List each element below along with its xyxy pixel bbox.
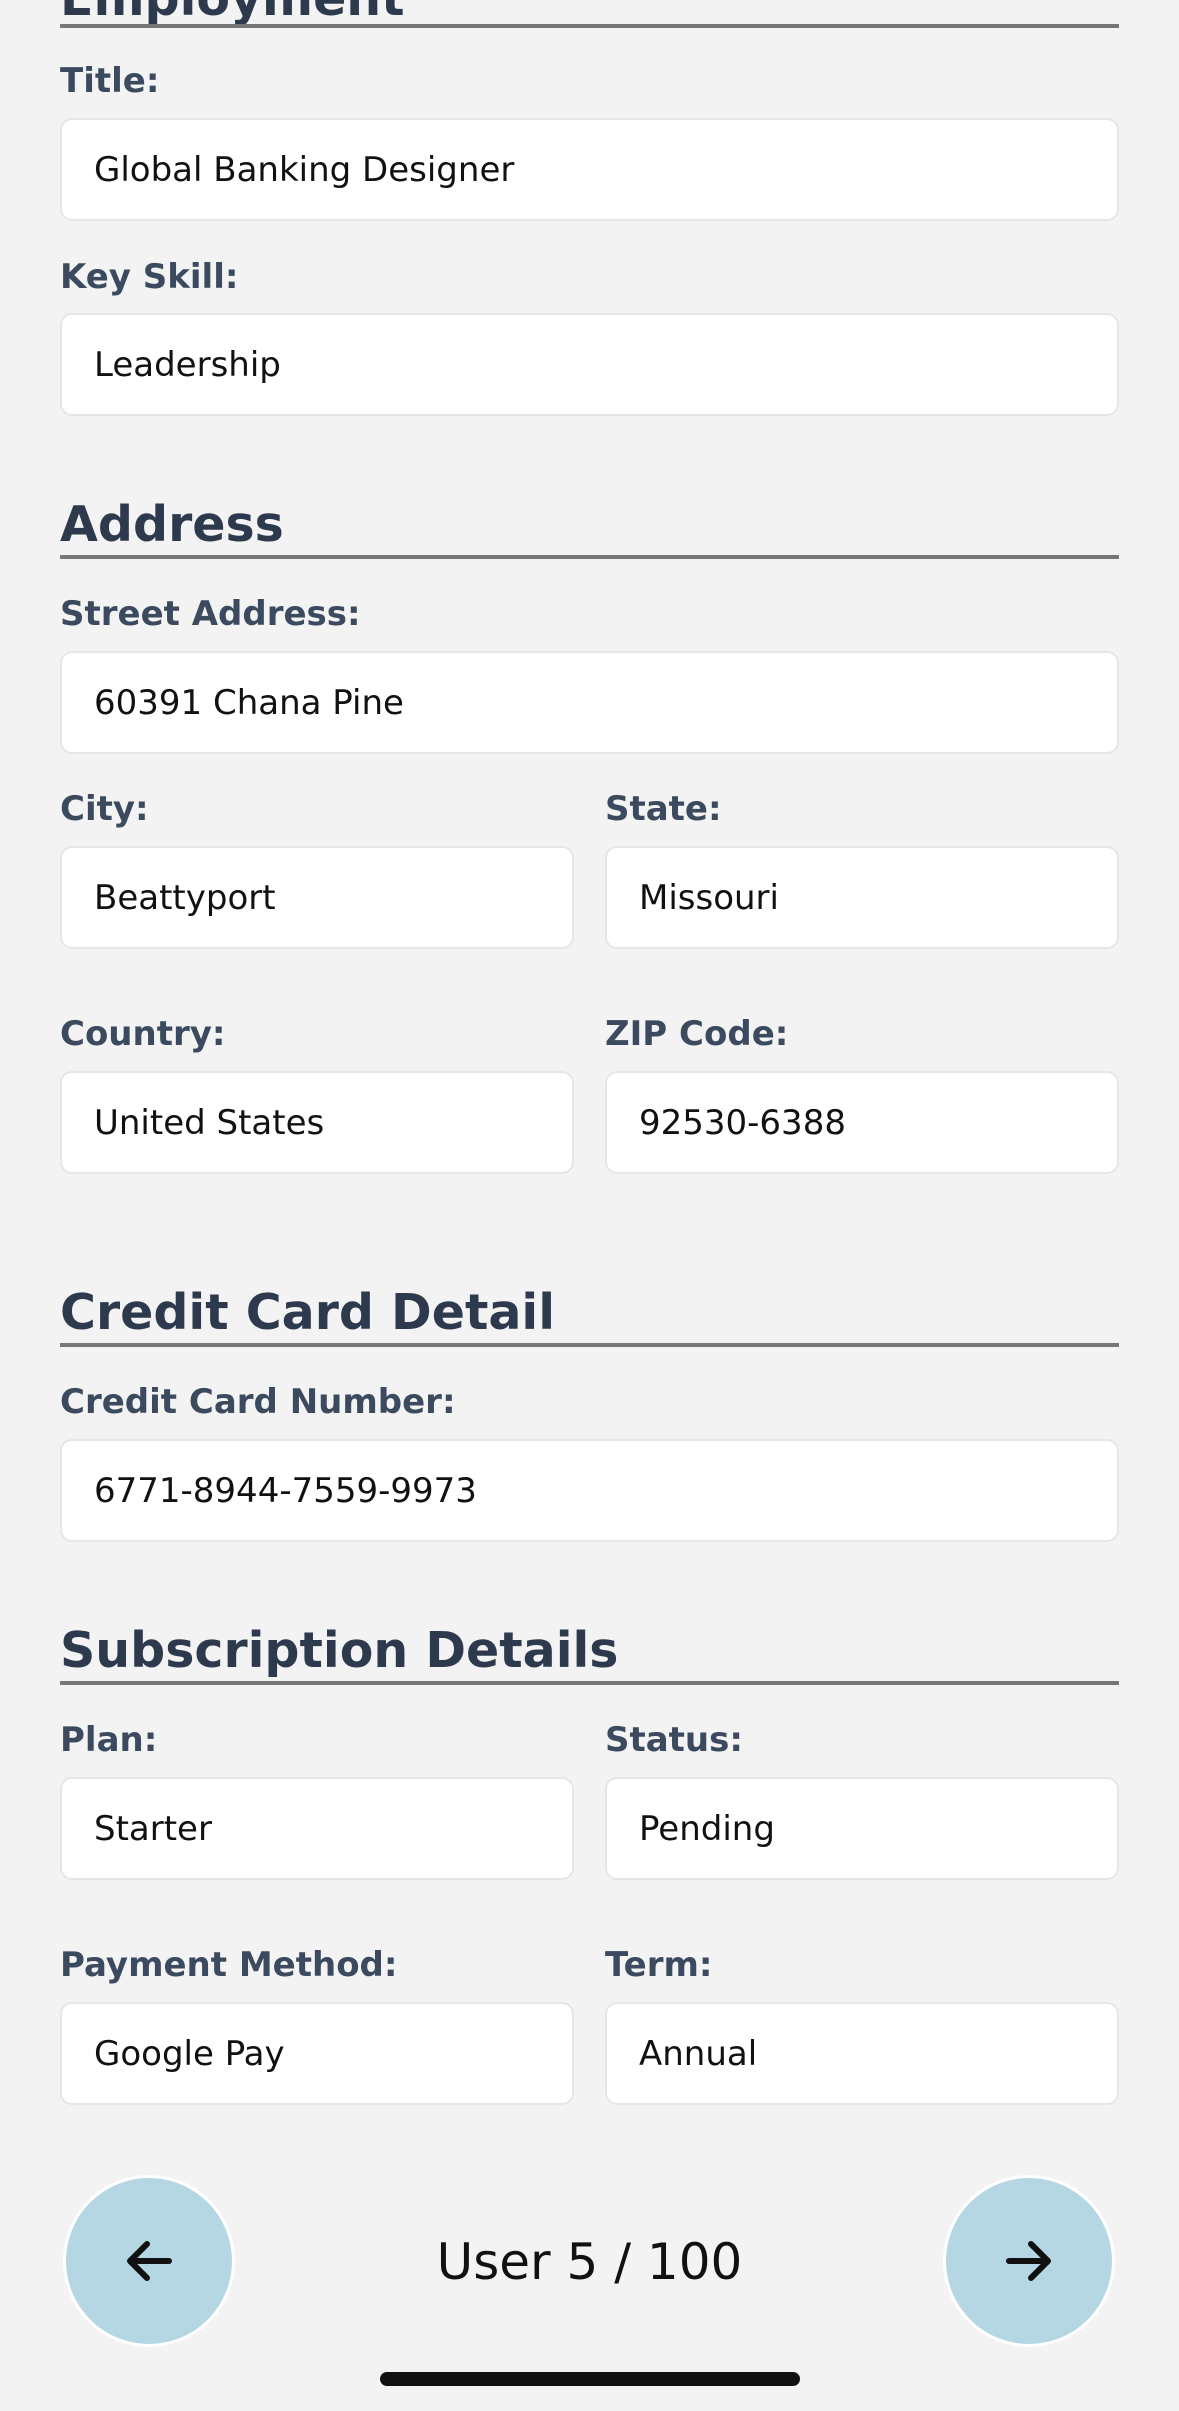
next-user-button[interactable] xyxy=(943,2175,1115,2347)
city-field[interactable]: Beattyport xyxy=(60,846,574,949)
label-credit-card-number: Credit Card Number: xyxy=(60,1382,456,1422)
label-street-address: Street Address: xyxy=(60,594,361,634)
section-divider xyxy=(60,1343,1119,1347)
credit-card-number-field[interactable]: 6771-8944-7559-9973 xyxy=(60,1439,1119,1542)
label-payment-method: Payment Method: xyxy=(60,1945,398,1985)
label-state: State: xyxy=(605,789,722,829)
payment-method-field[interactable]: Google Pay xyxy=(60,2002,574,2105)
zip-code-field[interactable]: 92530-6388 xyxy=(605,1071,1119,1174)
title-field[interactable]: Global Banking Designer xyxy=(60,118,1119,221)
label-country: Country: xyxy=(60,1014,226,1054)
section-divider xyxy=(60,555,1119,559)
state-field[interactable]: Missouri xyxy=(605,846,1119,949)
label-status: Status: xyxy=(605,1720,743,1760)
term-field[interactable]: Annual xyxy=(605,2002,1119,2105)
section-title-credit-card: Credit Card Detail xyxy=(60,1284,556,1341)
home-indicator[interactable] xyxy=(380,2372,800,2386)
arrow-right-icon xyxy=(1006,2241,1051,2281)
section-title-subscription: Subscription Details xyxy=(60,1622,619,1679)
label-title: Title: xyxy=(60,61,160,101)
status-field[interactable]: Pending xyxy=(605,1777,1119,1880)
label-key-skill: Key Skill: xyxy=(60,257,239,297)
label-term: Term: xyxy=(605,1945,713,1985)
street-address-field[interactable]: 60391 Chana Pine xyxy=(60,651,1119,754)
label-plan: Plan: xyxy=(60,1720,158,1760)
section-title-address: Address xyxy=(60,496,284,553)
section-divider xyxy=(60,24,1119,28)
label-zip-code: ZIP Code: xyxy=(605,1014,789,1054)
section-title-employment: Employment xyxy=(60,0,1119,23)
country-field[interactable]: United States xyxy=(60,1071,574,1174)
section-divider xyxy=(60,1681,1119,1685)
key-skill-field[interactable]: Leadership xyxy=(60,313,1119,416)
label-city: City: xyxy=(60,789,149,829)
plan-field[interactable]: Starter xyxy=(60,1777,574,1880)
